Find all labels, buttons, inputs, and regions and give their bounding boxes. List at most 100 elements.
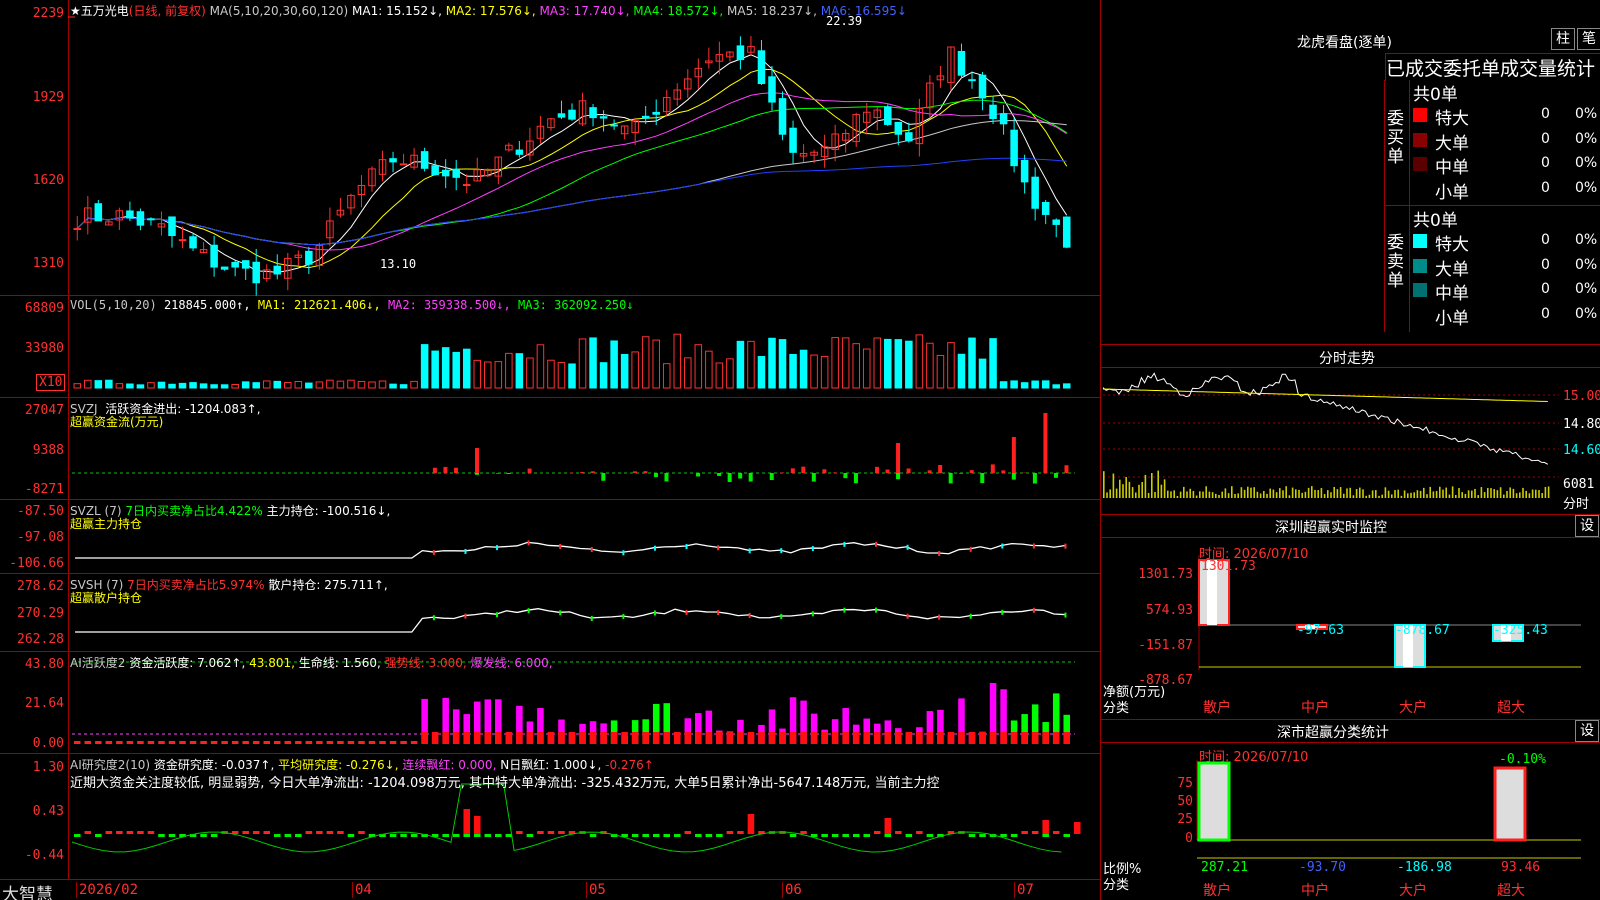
volume-bar [862, 348, 871, 389]
szm-top-value: 1301.73 [1201, 559, 1256, 574]
ai-research-pane[interactable]: 1.30 0.43 -0.44 AI研究度2(10) 资金研究度: -0.037… [0, 754, 1100, 880]
volume-bar [262, 380, 271, 389]
intraday-vol-bar [1352, 495, 1355, 498]
research-bar [737, 831, 744, 834]
activity-base [642, 732, 649, 744]
candle-body [231, 261, 239, 268]
flow-bar [875, 466, 879, 473]
flow-bar [780, 472, 785, 473]
research-bar [147, 831, 155, 834]
intraday-vol-bar [1128, 481, 1131, 498]
position-dot [653, 610, 656, 616]
flow-bar [664, 473, 669, 482]
order-row: 大单 0 0% [1411, 129, 1600, 154]
volume-bar [652, 339, 660, 389]
position-dot [717, 545, 720, 551]
position-dot [875, 541, 877, 547]
research-bar [905, 834, 913, 837]
candle-body [894, 121, 903, 135]
intraday-vol-bar [1320, 488, 1323, 498]
tick-view-button[interactable]: 笔 [1577, 28, 1600, 50]
position-dot [811, 546, 814, 552]
sz-class-panel[interactable]: 深市超赢分类统计 设 时间: 2026/07/10 75 50 25 0 -0.… [1100, 720, 1600, 900]
intraday-vol-bar [1368, 494, 1371, 498]
intraday-vol-tick: 6081 [1563, 477, 1595, 492]
vol-value: 218845.000↑, [163, 298, 251, 312]
position-dot [590, 616, 593, 622]
svsh-pane[interactable]: 278.62 270.29 262.28 SVSH (7) 7日内买卖净占比5.… [0, 574, 1100, 652]
flow-bar [506, 473, 511, 475]
intraday-vol-bar [1314, 489, 1316, 498]
volume-bar [252, 382, 260, 389]
intraday-vol-bar [1538, 490, 1540, 498]
volume-bar [357, 380, 366, 389]
flow-bar [1011, 473, 1016, 480]
research-bar [547, 831, 555, 834]
research-bar [1021, 831, 1028, 834]
intraday-vol-bar [1512, 488, 1515, 498]
adjust-mode[interactable]: (日线, 前复权) [129, 4, 206, 18]
activity-base [905, 732, 913, 744]
volume-bar [347, 379, 355, 389]
position-dot [559, 610, 562, 616]
flow-bar [527, 468, 532, 473]
order-percent: 0% [1575, 281, 1598, 297]
position-line [75, 541, 1065, 559]
flow-bar [1043, 413, 1048, 473]
intraday-vol-bar [1195, 495, 1198, 498]
activity-base [758, 732, 765, 744]
research-bar [316, 831, 323, 834]
intraday-panel[interactable]: 分时走势 15.00 14.80 14.60 6081 分时 [1100, 345, 1600, 515]
szc-xlabel: 分类 [1103, 878, 1130, 893]
volume-pane[interactable]: 68809 33980 X10 VOL(5,10,20) 218845.000↑… [0, 296, 1100, 398]
intraday-vol-bar [1330, 492, 1332, 498]
volume-bar [768, 337, 776, 389]
volume-bar [115, 383, 124, 389]
flow-bar [853, 473, 858, 484]
szc-value: -93.70 [1299, 860, 1346, 875]
research-bar [452, 834, 460, 837]
candlestick-chart[interactable] [0, 0, 1100, 296]
intraday-vol-bar [1311, 486, 1313, 498]
intraday-vol-bar [1307, 487, 1310, 498]
price-pane[interactable]: 2239 1929 1620 1310 ★五万光电(日线, 前复权) MA(5,… [0, 0, 1100, 296]
activity-base [747, 732, 755, 744]
position-dot [938, 614, 941, 620]
order-percent: 0% [1575, 155, 1598, 171]
candle-body [94, 203, 103, 222]
position-dot [559, 543, 562, 549]
ma5-value: MA5: 18.237↓, [727, 4, 817, 18]
stock-title[interactable]: ★五万光电 [70, 4, 129, 18]
sz-monitor-panel[interactable]: 深圳超赢实时监控 设 时间: 2026/07/10 1301.73 574.93… [1100, 515, 1600, 720]
svzl-pane[interactable]: -87.50 -97.08 -106.66 SVZL (7) 7日内买卖净占比4… [0, 500, 1100, 574]
order-count: 0 [1541, 281, 1550, 297]
volume-bar [399, 384, 408, 389]
svzj-pane[interactable]: 27047 9388 -8271 SVZJ 活跃资金进出: -1204.083↑… [0, 398, 1100, 500]
intraday-vol-bar [1477, 495, 1479, 498]
x-axis-bar: 大智慧 2026/02 04 05 06 07 [0, 880, 1100, 900]
candle-body [389, 158, 397, 163]
position-dot [527, 540, 530, 546]
activity-base [852, 732, 860, 744]
research-bar [642, 834, 649, 837]
research-bar [821, 834, 828, 837]
intraday-vol-bar [1298, 489, 1300, 498]
position-dot [938, 551, 941, 557]
position-dot [622, 613, 625, 619]
activity-base [421, 732, 428, 744]
intraday-vol-bar [1541, 493, 1543, 498]
activity-bar [95, 741, 102, 744]
ai-activity-pane[interactable]: 43.80 21.64 0.00 AI活跃度2 资金活跃度: 7.062↑, 4… [0, 652, 1100, 754]
activity-bar [168, 741, 176, 744]
activity-base [674, 732, 681, 744]
ai1-peak: 43.801, [249, 656, 295, 670]
bar-view-button[interactable]: 柱 [1551, 28, 1575, 50]
candle-body [789, 127, 797, 153]
order-row: 大单 0 0% [1411, 255, 1600, 280]
flow-bar [896, 473, 901, 480]
intraday-vol-bar [1224, 488, 1227, 498]
activity-base [810, 732, 818, 744]
volume-bar [873, 337, 882, 389]
intraday-chart[interactable] [1101, 345, 1600, 515]
research-bar [926, 834, 934, 837]
